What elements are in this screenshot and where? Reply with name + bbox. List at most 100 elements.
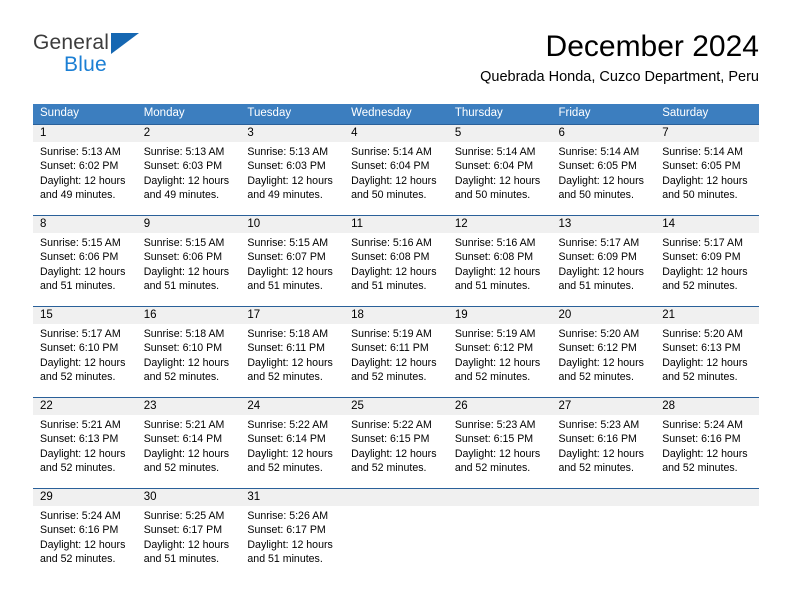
calendar-day-cell[interactable]: 22 Sunrise: 5:21 AM Sunset: 6:13 PM Dayligh… — [33, 396, 137, 488]
sunrise-text: Sunrise: 5:25 AM — [143, 509, 225, 522]
logo-text-blue: Blue — [64, 53, 107, 76]
daylight-text-line2: and 51 minutes. — [454, 280, 531, 293]
day-number: 25 — [344, 397, 448, 415]
day-sun-info: Sunrise: 5:13 AM Sunset: 6:03 PM Daylight:… — [137, 142, 241, 203]
calendar-day-cell[interactable]: 12 Sunrise: 5:16 AM Sunset: 6:08 PM Dayligh… — [447, 214, 552, 306]
daylight-text-line2: and 52 minutes. — [247, 371, 323, 384]
day-number: 20 — [551, 306, 656, 324]
day-sun-info: Sunrise: 5:14 AM Sunset: 6:04 PM Daylight:… — [344, 142, 448, 203]
day-sun-info: Sunrise: 5:23 AM Sunset: 6:15 PM Daylight:… — [448, 415, 552, 476]
daylight-text-line2: and 49 minutes. — [40, 189, 116, 202]
calendar-day-cell[interactable]: 3 Sunrise: 5:13 AM Sunset: 6:03 PM Daylight… — [240, 123, 345, 215]
calendar-day-cell[interactable]: 24 Sunrise: 5:22 AM Sunset: 6:14 PM Dayligh… — [240, 396, 345, 488]
daylight-text-line2: and 52 minutes. — [40, 553, 116, 566]
sunset-text: Sunset: 6:03 PM — [143, 160, 223, 173]
calendar-day-cell[interactable]: 27 Sunrise: 5:23 AM Sunset: 6:16 PM Dayligh… — [551, 396, 656, 488]
triangle-icon — [111, 33, 139, 54]
weekday-header-wednesday: Wednesday — [344, 104, 448, 124]
daylight-text-line2: and 52 minutes. — [351, 462, 427, 475]
sunrise-text: Sunrise: 5:17 AM — [662, 236, 743, 249]
calendar-day-cell-empty — [655, 487, 759, 579]
sunset-text: Sunset: 6:12 PM — [454, 342, 534, 355]
calendar-day-cell[interactable]: 9 Sunrise: 5:15 AM Sunset: 6:06 PM Daylight… — [136, 214, 241, 306]
daylight-text-line2: and 51 minutes. — [351, 280, 427, 293]
sunset-text: Sunset: 6:09 PM — [558, 251, 637, 264]
daylight-text-line1: Daylight: 12 hours — [247, 447, 333, 460]
sunrise-text: Sunrise: 5:15 AM — [143, 236, 225, 249]
calendar-week-row: 1 Sunrise: 5:13 AM Sunset: 6:02 PM Daylight… — [33, 123, 759, 215]
day-number: 30 — [136, 488, 241, 506]
sunrise-text: Sunrise: 5:21 AM — [143, 418, 225, 431]
calendar-day-cell[interactable]: 29 Sunrise: 5:24 AM Sunset: 6:16 PM Dayligh… — [33, 487, 137, 579]
day-number: 1 — [33, 124, 137, 142]
calendar-day-cell[interactable]: 7 Sunrise: 5:14 AM Sunset: 6:05 PM Daylight… — [655, 123, 759, 215]
daylight-text-line2: and 49 minutes. — [247, 189, 323, 202]
calendar-day-cell[interactable]: 5 Sunrise: 5:14 AM Sunset: 6:04 PM Daylight… — [447, 123, 552, 215]
calendar-day-cell[interactable]: 2 Sunrise: 5:13 AM Sunset: 6:03 PM Daylight… — [136, 123, 241, 215]
calendar-day-cell[interactable]: 23 Sunrise: 5:21 AM Sunset: 6:14 PM Dayligh… — [136, 396, 241, 488]
daylight-text-line1: Daylight: 12 hours — [40, 174, 126, 187]
sunset-text: Sunset: 6:16 PM — [558, 433, 637, 446]
generalblue-logo[interactable]: General Blue — [33, 32, 233, 88]
calendar-day-cell[interactable]: 17 Sunrise: 5:18 AM Sunset: 6:11 PM Dayligh… — [240, 305, 345, 397]
calendar-day-cell[interactable]: 16 Sunrise: 5:18 AM Sunset: 6:10 PM Dayligh… — [136, 305, 241, 397]
weekday-header-thursday: Thursday — [447, 104, 552, 124]
calendar-day-cell[interactable]: 28 Sunrise: 5:24 AM Sunset: 6:16 PM Dayligh… — [655, 396, 759, 488]
day-number: 27 — [551, 397, 656, 415]
daylight-text-line1: Daylight: 12 hours — [662, 356, 748, 369]
calendar-day-cell[interactable]: 13 Sunrise: 5:17 AM Sunset: 6:09 PM Dayligh… — [551, 214, 656, 306]
calendar-day-cell[interactable]: 31 Sunrise: 5:26 AM Sunset: 6:17 PM Dayligh… — [240, 487, 345, 579]
sunrise-text: Sunrise: 5:19 AM — [351, 327, 432, 340]
calendar-day-cell[interactable]: 26 Sunrise: 5:23 AM Sunset: 6:15 PM Dayligh… — [447, 396, 552, 488]
day-sun-info: Sunrise: 5:21 AM Sunset: 6:14 PM Daylight:… — [137, 415, 241, 476]
daylight-text-line2: and 52 minutes. — [662, 371, 738, 384]
sunset-text: Sunset: 6:07 PM — [247, 251, 326, 264]
day-number — [551, 488, 656, 506]
calendar-week-row: 8 Sunrise: 5:15 AM Sunset: 6:06 PM Daylight… — [33, 214, 759, 306]
sunrise-text: Sunrise: 5:17 AM — [40, 327, 121, 340]
calendar-day-cell[interactable]: 1 Sunrise: 5:13 AM Sunset: 6:02 PM Daylight… — [33, 123, 137, 215]
day-number: 12 — [447, 215, 552, 233]
daylight-text-line1: Daylight: 12 hours — [558, 447, 644, 460]
day-sun-info: Sunrise: 5:15 AM Sunset: 6:07 PM Daylight:… — [240, 233, 344, 294]
sunset-text: Sunset: 6:12 PM — [558, 342, 637, 355]
sunrise-text: Sunrise: 5:14 AM — [454, 145, 536, 158]
day-sun-info: Sunrise: 5:15 AM Sunset: 6:06 PM Daylight:… — [137, 233, 241, 294]
daylight-text-line1: Daylight: 12 hours — [40, 538, 126, 551]
weekday-header-saturday: Saturday — [655, 104, 759, 124]
calendar-day-cell[interactable]: 6 Sunrise: 5:14 AM Sunset: 6:05 PM Daylight… — [551, 123, 656, 215]
calendar-week-row: 15 Sunrise: 5:17 AM Sunset: 6:10 PM Dayligh… — [33, 305, 759, 397]
daylight-text-line1: Daylight: 12 hours — [454, 174, 541, 187]
sunset-text: Sunset: 6:15 PM — [351, 433, 430, 446]
calendar-day-cell[interactable]: 19 Sunrise: 5:19 AM Sunset: 6:12 PM Dayligh… — [447, 305, 552, 397]
calendar-day-cell[interactable]: 21 Sunrise: 5:20 AM Sunset: 6:13 PM Dayligh… — [655, 305, 759, 397]
calendar-day-cell[interactable]: 14 Sunrise: 5:17 AM Sunset: 6:09 PM Dayligh… — [655, 214, 759, 306]
calendar-day-cell[interactable]: 11 Sunrise: 5:16 AM Sunset: 6:08 PM Dayligh… — [344, 214, 448, 306]
calendar-day-cell[interactable]: 8 Sunrise: 5:15 AM Sunset: 6:06 PM Daylight… — [33, 214, 137, 306]
day-sun-info: Sunrise: 5:19 AM Sunset: 6:12 PM Daylight:… — [448, 324, 552, 385]
calendar-day-cell[interactable]: 25 Sunrise: 5:22 AM Sunset: 6:15 PM Dayligh… — [344, 396, 448, 488]
daylight-text-line2: and 50 minutes. — [351, 189, 427, 202]
weekday-header-row: Sunday Monday Tuesday Wednesday Thursday… — [33, 104, 759, 124]
day-number: 2 — [136, 124, 241, 142]
day-number: 6 — [551, 124, 656, 142]
daylight-text-line2: and 50 minutes. — [662, 189, 738, 202]
calendar-day-cell[interactable]: 4 Sunrise: 5:14 AM Sunset: 6:04 PM Daylight… — [344, 123, 448, 215]
calendar-day-cell[interactable]: 30 Sunrise: 5:25 AM Sunset: 6:17 PM Dayligh… — [136, 487, 241, 579]
sunrise-text: Sunrise: 5:14 AM — [558, 145, 640, 158]
calendar-day-cell[interactable]: 15 Sunrise: 5:17 AM Sunset: 6:10 PM Dayligh… — [33, 305, 137, 397]
day-number: 26 — [447, 397, 552, 415]
weekday-header-sunday: Sunday — [33, 104, 137, 124]
calendar-day-cell-empty — [551, 487, 656, 579]
weekday-header-friday: Friday — [551, 104, 656, 124]
day-number: 15 — [33, 306, 137, 324]
calendar-body: 1 Sunrise: 5:13 AM Sunset: 6:02 PM Daylight… — [33, 123, 759, 579]
day-sun-info: Sunrise: 5:16 AM Sunset: 6:08 PM Daylight:… — [344, 233, 448, 294]
sunrise-text: Sunrise: 5:23 AM — [558, 418, 640, 431]
calendar-day-cell[interactable]: 20 Sunrise: 5:20 AM Sunset: 6:12 PM Dayligh… — [551, 305, 656, 397]
calendar-day-cell[interactable]: 18 Sunrise: 5:19 AM Sunset: 6:11 PM Dayligh… — [344, 305, 448, 397]
sunset-text: Sunset: 6:10 PM — [143, 342, 223, 355]
calendar-day-cell[interactable]: 10 Sunrise: 5:15 AM Sunset: 6:07 PM Dayligh… — [240, 214, 345, 306]
sunset-text: Sunset: 6:06 PM — [40, 251, 119, 264]
weekday-header-tuesday: Tuesday — [240, 104, 345, 124]
